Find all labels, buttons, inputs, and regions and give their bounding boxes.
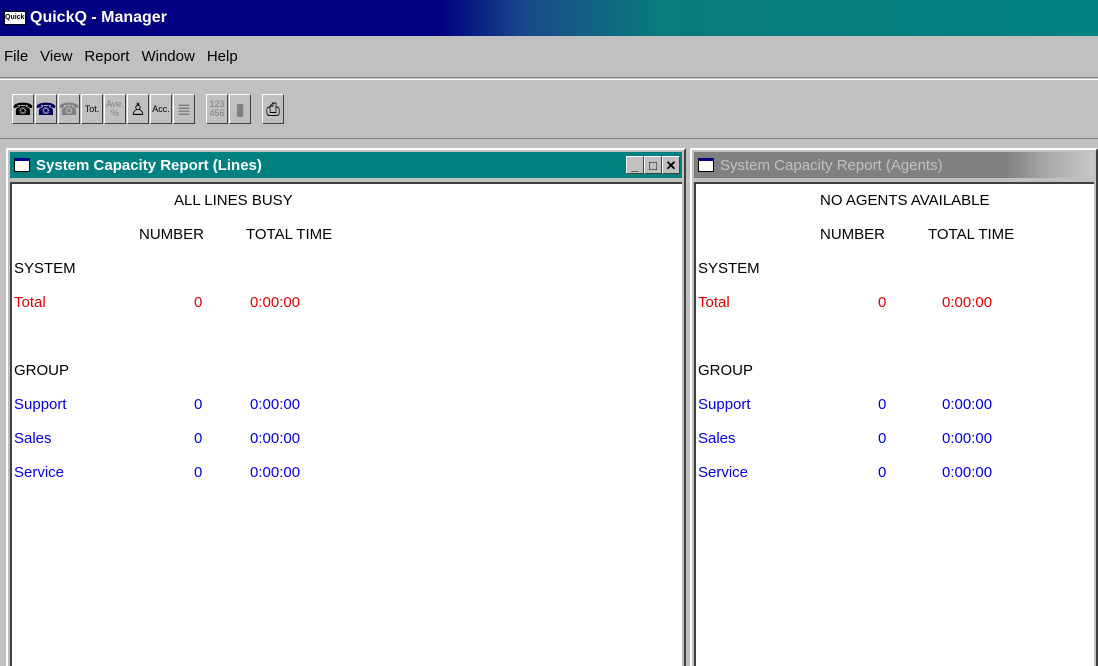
group-row-label: Service	[14, 464, 65, 481]
total-row-number: 0	[878, 294, 887, 311]
capacity-button[interactable]: ☎	[58, 94, 80, 124]
lines-window-title-bar[interactable]: System Capacity Report (Lines) _ □ ✕	[10, 152, 682, 178]
bar-graph-icon: ▮	[235, 99, 245, 119]
menu-window[interactable]: Window	[141, 48, 194, 65]
menu-file[interactable]: File	[4, 48, 28, 65]
report-heading: ALL LINES BUSY	[174, 192, 293, 209]
total-row-label: Total	[14, 294, 46, 311]
menu-help[interactable]: Help	[207, 48, 238, 65]
group-section-label: GROUP	[14, 362, 70, 379]
lines-report-window: System Capacity Report (Lines) _ □ ✕ ALL…	[6, 148, 686, 666]
group-row-time: 0:00:00	[942, 464, 993, 481]
close-button[interactable]: ✕	[662, 156, 680, 174]
print-button[interactable]: ⎙	[262, 94, 284, 124]
capacity-icon: ☎	[58, 99, 80, 119]
app-icon[interactable]: QuickQ	[4, 11, 26, 25]
group-row-time: 0:00:00	[250, 396, 301, 413]
traffic-light-button[interactable]: ≣	[173, 94, 195, 124]
group-row-label: Support	[698, 396, 751, 413]
window-icon[interactable]	[14, 158, 30, 172]
agents-window-title: System Capacity Report (Agents)	[720, 156, 943, 174]
system-section-label: SYSTEM	[14, 260, 76, 277]
group-row-number: 0	[878, 396, 887, 413]
total-button[interactable]: Tot.	[81, 94, 103, 124]
minimize-icon: _	[631, 157, 639, 173]
traffic-light-icon: ≣	[176, 99, 192, 119]
group-row-time: 0:00:00	[250, 430, 301, 447]
maximize-button[interactable]: □	[644, 156, 662, 174]
agents-report-content: NO AGENTS AVAILABLE NUMBER TOTAL TIME SY…	[694, 182, 1094, 666]
column-number-header: NUMBER	[139, 226, 205, 243]
system-section-label: SYSTEM	[698, 260, 760, 277]
accumulated-label: Acc.	[152, 103, 170, 114]
printer-icon: ⎙	[266, 99, 280, 119]
group-row-time: 0:00:00	[942, 396, 993, 413]
group-row-label: Support	[14, 396, 67, 413]
column-number-header: NUMBER	[820, 226, 886, 243]
accumulated-button[interactable]: Acc.	[150, 94, 172, 124]
app-title-bar[interactable]: QuickQ QuickQ - Manager	[0, 0, 1098, 36]
group-row-number: 0	[194, 430, 203, 447]
phone-icon: ☎	[12, 99, 34, 119]
total-row-label: Total	[698, 294, 730, 311]
column-total-time-header: TOTAL TIME	[246, 226, 333, 243]
group-section-label: GROUP	[698, 362, 754, 379]
lines-window-title: System Capacity Report (Lines)	[36, 156, 262, 174]
agent-icon: ♙	[130, 99, 146, 119]
group-row-number: 0	[878, 430, 887, 447]
group-row-label: Sales	[698, 430, 736, 447]
group-row-time: 0:00:00	[942, 430, 993, 447]
maximize-icon: □	[649, 157, 657, 173]
group-row-time: 0:00:00	[250, 464, 301, 481]
window-icon[interactable]	[698, 158, 714, 172]
average-button[interactable]: Ave. %	[104, 94, 126, 124]
report-heading: NO AGENTS AVAILABLE	[820, 192, 990, 209]
menu-bar: File View Report Window Help	[0, 36, 1098, 78]
agent-button[interactable]: ♙	[127, 94, 149, 124]
menu-view[interactable]: View	[40, 48, 72, 65]
agents-window-title-bar[interactable]: System Capacity Report (Agents)	[694, 152, 1094, 178]
toolbar: ☎ ☎ ☎ Tot. Ave. % ♙ Acc. ≣ 123 456 ▮ ⎙	[0, 79, 1098, 139]
phone-agents-button[interactable]: ☎	[35, 94, 57, 124]
group-row-label: Service	[698, 464, 749, 481]
numeric-label: 123 456	[209, 99, 225, 118]
total-row-number: 0	[194, 294, 203, 311]
group-row-number: 0	[878, 464, 887, 481]
menu-report[interactable]: Report	[84, 48, 129, 65]
phone-agents-icon: ☎	[35, 99, 57, 119]
mdi-area: System Capacity Report (Lines) _ □ ✕ ALL…	[0, 140, 1098, 666]
group-row-label: Sales	[14, 430, 52, 447]
graph-view-button[interactable]: ▮	[229, 94, 251, 124]
close-icon: ✕	[665, 157, 677, 173]
total-row-time: 0:00:00	[250, 294, 301, 311]
numeric-view-button[interactable]: 123 456	[206, 94, 228, 124]
average-label: Ave. %	[106, 99, 124, 118]
app-title: QuickQ - Manager	[30, 9, 167, 26]
phone-lines-button[interactable]: ☎	[12, 94, 34, 124]
column-total-time-header: TOTAL TIME	[928, 226, 1015, 243]
total-row-time: 0:00:00	[942, 294, 993, 311]
lines-report-content: ALL LINES BUSY NUMBER TOTAL TIME SYSTEM …	[10, 182, 682, 666]
group-row-number: 0	[194, 396, 203, 413]
agents-report-window: System Capacity Report (Agents) NO AGENT…	[690, 148, 1098, 666]
minimize-button[interactable]: _	[626, 156, 644, 174]
total-label: Tot.	[84, 103, 100, 114]
group-row-number: 0	[194, 464, 203, 481]
